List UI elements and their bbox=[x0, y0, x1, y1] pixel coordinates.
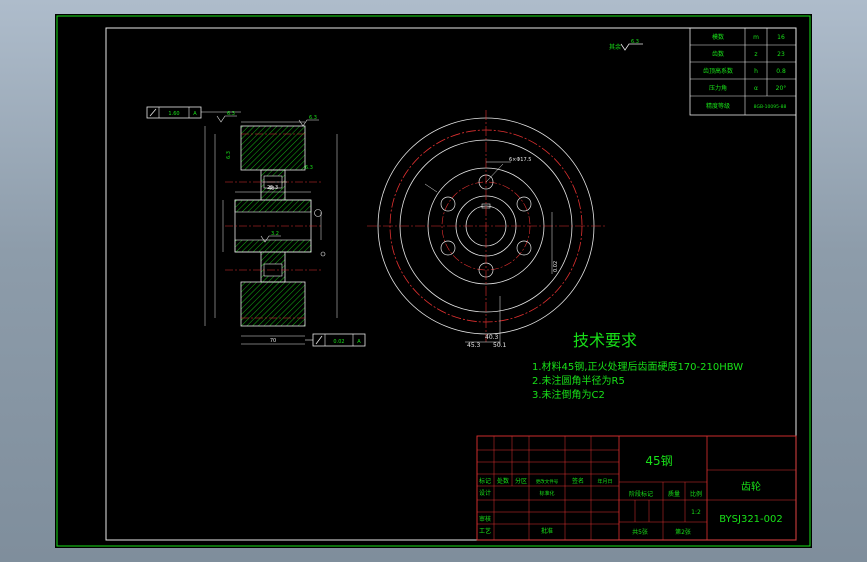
circular-view: 6×Φ17.5 45.3 40.3 50.1 0.02 bbox=[367, 110, 605, 349]
svg-text:年月日: 年月日 bbox=[597, 478, 612, 485]
svg-text:70: 70 bbox=[270, 338, 276, 344]
svg-text:质量: 质量 bbox=[668, 490, 680, 498]
svg-text:8GB-10095-88: 8GB-10095-88 bbox=[754, 104, 787, 110]
drawing-sheet: 其余 6.3 模数 m 16 齿数 z 23 齿顶高系数 h 0.8 压力角 α… bbox=[55, 14, 812, 548]
svg-text:齿数: 齿数 bbox=[712, 50, 724, 58]
title-block: 45钢 齿轮 BYSJ321-002 1:2 标记 处数 分区 更改文件号 签名… bbox=[476, 435, 797, 541]
material-text: 45钢 bbox=[645, 454, 672, 468]
svg-text:模数: 模数 bbox=[712, 33, 724, 41]
svg-text:审核: 审核 bbox=[479, 515, 491, 523]
svg-text:6×Φ17.5: 6×Φ17.5 bbox=[509, 157, 531, 163]
tech-req-title: 技术要求 bbox=[573, 331, 637, 350]
tech-req-item: 1.材料45钢,正火处理后齿面硬度170-210HBW bbox=[532, 360, 743, 373]
svg-text:分区: 分区 bbox=[515, 477, 527, 485]
svg-text:比例: 比例 bbox=[690, 490, 702, 498]
svg-text:标记: 标记 bbox=[479, 477, 491, 485]
svg-text:批准: 批准 bbox=[541, 527, 553, 535]
drawing-number-text: BYSJ321-002 bbox=[719, 514, 783, 525]
svg-text:20°: 20° bbox=[776, 85, 787, 92]
outer-frame bbox=[56, 15, 811, 547]
svg-text:0.8: 0.8 bbox=[776, 68, 786, 75]
svg-text:m: m bbox=[753, 34, 759, 41]
tech-req-item: 3.未注倒角为C2 bbox=[532, 388, 605, 401]
svg-text:精度等级: 精度等级 bbox=[706, 102, 730, 110]
svg-text:标准化: 标准化 bbox=[539, 490, 554, 497]
cad-viewport[interactable]: 其余 6.3 模数 m 16 齿数 z 23 齿顶高系数 h 0.8 压力角 α… bbox=[0, 0, 867, 562]
svg-text:压力角: 压力角 bbox=[709, 84, 727, 92]
svg-text:45.3: 45.3 bbox=[467, 342, 481, 349]
svg-text:0.02: 0.02 bbox=[553, 261, 559, 272]
svg-text:3.2: 3.2 bbox=[271, 231, 279, 237]
svg-text:A: A bbox=[357, 339, 361, 345]
drawing-canvas: 其余 6.3 模数 m 16 齿数 z 23 齿顶高系数 h 0.8 压力角 α… bbox=[56, 15, 811, 547]
svg-text:1:2: 1:2 bbox=[691, 509, 701, 516]
part-name-text: 齿轮 bbox=[741, 480, 761, 493]
svg-text:6.3: 6.3 bbox=[631, 39, 639, 45]
svg-text:α: α bbox=[754, 85, 758, 92]
svg-text:A: A bbox=[193, 111, 197, 117]
svg-text:50.1: 50.1 bbox=[493, 342, 507, 349]
svg-text:23: 23 bbox=[777, 51, 785, 58]
svg-text:z: z bbox=[754, 51, 757, 58]
svg-text:更改文件号: 更改文件号 bbox=[536, 478, 559, 485]
svg-text:第2张: 第2张 bbox=[675, 528, 691, 536]
svg-text:签名: 签名 bbox=[572, 477, 584, 485]
svg-text:0.02: 0.02 bbox=[333, 339, 344, 345]
tech-req-item: 2.未注圆角半径为R5 bbox=[532, 374, 625, 387]
svg-text:6.3: 6.3 bbox=[227, 111, 235, 117]
svg-text:阶段标记: 阶段标记 bbox=[629, 490, 653, 498]
gear-params-table: 模数 m 16 齿数 z 23 齿顶高系数 h 0.8 压力角 α 20° 精度… bbox=[689, 27, 797, 116]
svg-text:共5张: 共5张 bbox=[632, 528, 648, 536]
svg-text:40.3: 40.3 bbox=[485, 334, 499, 341]
svg-text:齿顶高系数: 齿顶高系数 bbox=[703, 67, 733, 75]
svg-text:6.3: 6.3 bbox=[305, 165, 313, 171]
svg-text:h: h bbox=[754, 68, 758, 75]
svg-text:设计: 设计 bbox=[479, 489, 491, 497]
svg-text:1.60: 1.60 bbox=[168, 111, 179, 117]
svg-text:处数: 处数 bbox=[497, 477, 509, 485]
technical-requirements: 技术要求 1.材料45钢,正火处理后齿面硬度170-210HBW 2.未注圆角半… bbox=[532, 331, 743, 401]
svg-text:16: 16 bbox=[777, 34, 785, 41]
svg-text:其余: 其余 bbox=[609, 43, 621, 51]
svg-text:工艺: 工艺 bbox=[479, 527, 491, 535]
svg-text:6.3: 6.3 bbox=[309, 115, 317, 121]
svg-text:40: 40 bbox=[268, 186, 274, 192]
section-view: 1.60 A 6.3 6.3 6.3 6.3 25.3 40 3.2 0.02 … bbox=[146, 106, 366, 347]
inner-frame bbox=[105, 27, 797, 541]
roughness-note: 其余 6.3 bbox=[609, 39, 643, 51]
svg-text:6.3: 6.3 bbox=[226, 151, 232, 159]
